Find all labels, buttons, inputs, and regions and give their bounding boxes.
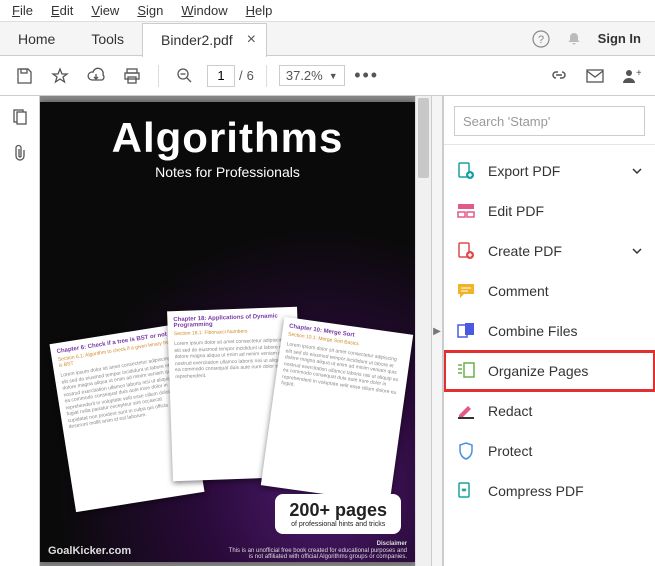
close-icon[interactable]: × bbox=[247, 31, 256, 49]
pdf-page: Algorithms Notes for Professionals Chapt… bbox=[40, 102, 415, 562]
scrollbar-thumb[interactable] bbox=[418, 98, 429, 178]
star-icon[interactable] bbox=[46, 62, 74, 90]
left-rail bbox=[0, 96, 40, 566]
svg-text:+: + bbox=[636, 68, 641, 79]
tab-home[interactable]: Home bbox=[0, 22, 73, 56]
menu-view[interactable]: View bbox=[83, 1, 127, 20]
chevron-down-icon: ▼ bbox=[329, 71, 338, 81]
zoom-value: 37.2% bbox=[286, 68, 323, 83]
page-total: 6 bbox=[247, 68, 254, 83]
tool-export-pdf[interactable]: Export PDF bbox=[444, 151, 655, 191]
tool-edit-pdf[interactable]: Edit PDF bbox=[444, 191, 655, 231]
tab-document-label: Binder2.pdf bbox=[161, 32, 233, 48]
vertical-scrollbar[interactable] bbox=[415, 96, 431, 566]
cover-cards: Chapter 6: Check if a tree is BST or not… bbox=[40, 297, 415, 517]
tool-label: Edit PDF bbox=[488, 203, 544, 219]
menu-sign[interactable]: Sign bbox=[129, 1, 171, 20]
create-pdf-icon bbox=[456, 241, 476, 261]
main-area: Algorithms Notes for Professionals Chapt… bbox=[0, 96, 655, 566]
compress-pdf-icon bbox=[456, 481, 476, 501]
tool-label: Redact bbox=[488, 403, 532, 419]
tool-label: Compress PDF bbox=[488, 483, 584, 499]
search-input[interactable] bbox=[454, 106, 645, 136]
tool-label: Export PDF bbox=[488, 163, 560, 179]
menu-file[interactable]: File bbox=[4, 1, 41, 20]
tool-comment[interactable]: Comment bbox=[444, 271, 655, 311]
cover-footer: GoalKicker.com DisclaimerThis is an unof… bbox=[40, 540, 415, 562]
tool-compress-pdf[interactable]: Compress PDF bbox=[444, 471, 655, 511]
edit-pdf-icon bbox=[456, 201, 476, 221]
comment-icon bbox=[456, 281, 476, 301]
tab-bar: Home Tools Binder2.pdf × ? Sign In bbox=[0, 22, 655, 56]
help-icon[interactable]: ? bbox=[532, 30, 550, 48]
redact-icon bbox=[456, 401, 476, 421]
menu-label: File bbox=[12, 3, 33, 18]
menu-help[interactable]: Help bbox=[238, 1, 281, 20]
menu-window[interactable]: Window bbox=[173, 1, 235, 20]
tool-create-pdf[interactable]: Create PDF bbox=[444, 231, 655, 271]
tab-document[interactable]: Binder2.pdf × bbox=[142, 23, 267, 57]
right-panel: Export PDF Edit PDF Create PDF Comment Combi… bbox=[443, 96, 655, 566]
cover-title: Algorithms bbox=[40, 114, 415, 162]
tool-label: Combine Files bbox=[488, 323, 577, 339]
protect-icon bbox=[456, 441, 476, 461]
cover-badge: 200+ pages of professional hints and tri… bbox=[275, 494, 401, 534]
print-icon[interactable] bbox=[118, 62, 146, 90]
search-container bbox=[454, 106, 645, 136]
tool-protect[interactable]: Protect bbox=[444, 431, 655, 471]
menu-bar: File Edit View Sign Window Help bbox=[0, 0, 655, 22]
toolbar: / 6 37.2% ▼ ••• + bbox=[0, 56, 655, 96]
add-person-icon[interactable]: + bbox=[617, 62, 645, 90]
menu-edit[interactable]: Edit bbox=[43, 1, 81, 20]
cover-subtitle: Notes for Professionals bbox=[40, 164, 415, 180]
zoom-control[interactable]: 37.2% ▼ bbox=[279, 65, 345, 86]
thumbnails-icon[interactable] bbox=[11, 108, 29, 126]
page-input[interactable] bbox=[207, 65, 235, 87]
link-icon[interactable] bbox=[545, 62, 573, 90]
document-viewport[interactable]: Algorithms Notes for Professionals Chapt… bbox=[40, 96, 415, 566]
sign-in-link[interactable]: Sign In bbox=[598, 31, 641, 46]
attachment-icon[interactable] bbox=[12, 144, 28, 162]
tool-label: Comment bbox=[488, 283, 549, 299]
tool-combine-files[interactable]: Combine Files bbox=[444, 311, 655, 351]
bell-icon[interactable] bbox=[566, 31, 582, 47]
combine-files-icon bbox=[456, 321, 476, 341]
save-icon[interactable] bbox=[10, 62, 38, 90]
tool-organize-pages[interactable]: Organize Pages bbox=[444, 351, 655, 391]
tool-label: Create PDF bbox=[488, 243, 562, 259]
tool-redact[interactable]: Redact bbox=[444, 391, 655, 431]
chevron-down-icon bbox=[631, 165, 643, 177]
tool-label: Protect bbox=[488, 443, 532, 459]
cloud-icon[interactable] bbox=[82, 62, 110, 90]
svg-text:?: ? bbox=[538, 34, 544, 46]
zoom-out-icon[interactable] bbox=[171, 62, 199, 90]
chevron-down-icon bbox=[631, 245, 643, 257]
page-sep: / bbox=[239, 68, 243, 83]
organize-pages-icon bbox=[456, 361, 476, 381]
export-pdf-icon bbox=[456, 161, 476, 181]
panel-collapser[interactable]: ▶ bbox=[431, 96, 443, 566]
page-indicator: / 6 bbox=[207, 65, 254, 87]
tab-tools[interactable]: Tools bbox=[73, 22, 142, 56]
mail-icon[interactable] bbox=[581, 62, 609, 90]
tool-label: Organize Pages bbox=[488, 363, 588, 379]
more-icon[interactable]: ••• bbox=[353, 62, 381, 90]
cover-card-3: Chapter 10: Merge Sort Section 10.1: Mer… bbox=[261, 317, 413, 503]
